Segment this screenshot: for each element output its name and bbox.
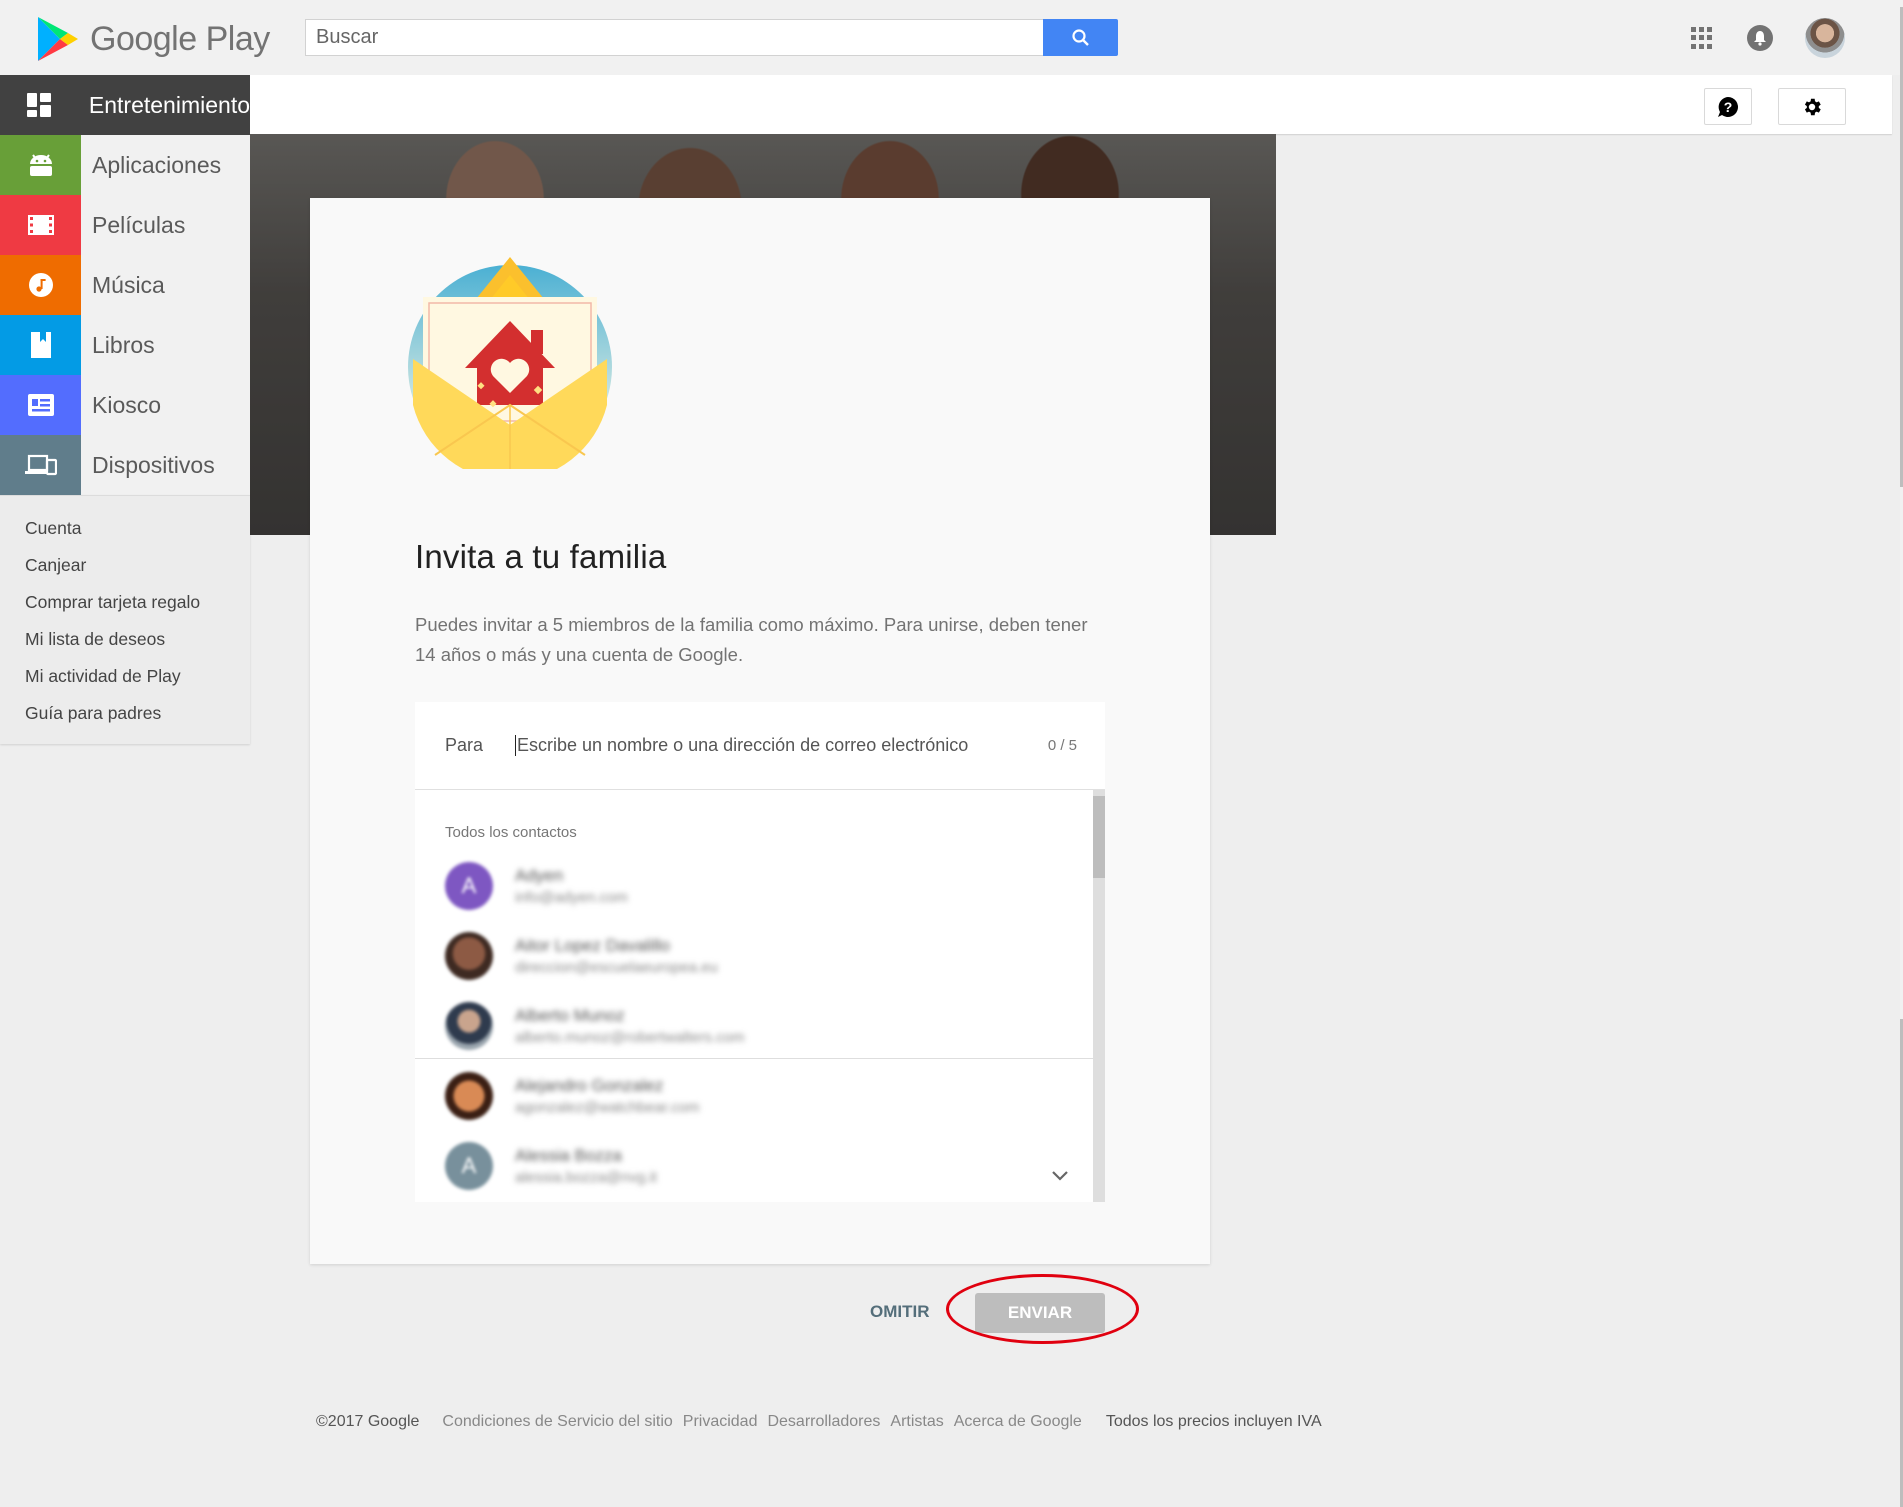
contact-avatar: A (445, 862, 493, 910)
contact-name: Alessia Bozza (515, 1146, 622, 1165)
sidebar-item-label: Libros (92, 331, 155, 358)
footer-link-privacy[interactable]: Privacidad (683, 1413, 758, 1431)
sidebar-item-label: Películas (92, 211, 186, 238)
notifications-icon[interactable] (1747, 25, 1773, 51)
film-icon (0, 195, 81, 255)
contacts-scrollbar[interactable] (1093, 790, 1105, 1202)
vat-note: Todos los precios incluyen IVA (1105, 1413, 1322, 1430)
contact-email: alberto.munoz@robertwalters.com (515, 1029, 745, 1046)
recipient-input[interactable] (515, 735, 1028, 756)
book-icon (0, 315, 81, 375)
link-lista-deseos[interactable]: Mi lista de deseos (0, 621, 250, 658)
contact-avatar (445, 932, 493, 980)
newsstand-icon (0, 375, 81, 435)
contact-name: Alejandro Gonzalez (515, 1076, 664, 1095)
sidebar-item-musica[interactable]: Música (0, 255, 250, 315)
account-links: Cuenta Canjear Comprar tarjeta regalo Mi… (0, 495, 250, 744)
settings-button[interactable] (1778, 88, 1846, 125)
contact-email: direccion@escuelaeuropea.eu (515, 959, 718, 976)
sidebar-item-label: Aplicaciones (92, 151, 222, 178)
contact-picker: Para 0 / 5 Todos los contactos A Adyen in… (415, 702, 1105, 1202)
dialog-title: Invita a tu familia (415, 538, 667, 575)
contact-item[interactable]: Aitor Lopez Davalillo direccion@escuelaeu… (445, 927, 718, 985)
search-icon (1071, 28, 1089, 46)
footer-link-artists[interactable]: Artistas (890, 1413, 943, 1431)
contacts-list[interactable]: Todos los contactos A Adyen info@adyen.co… (415, 790, 1105, 1202)
account-avatar[interactable] (1805, 18, 1845, 58)
footer-link-about[interactable]: Acerca de Google (954, 1413, 1082, 1431)
chevron-down-icon[interactable] (1051, 1170, 1069, 1182)
dialog-description: Puedes invitar a 5 miembros de la famili… (415, 614, 1088, 665)
sidebar-item-label: Dispositivos (92, 451, 215, 478)
contact-item[interactable]: Alberto Munoz alberto.munoz@robertwalters… (445, 997, 744, 1055)
contact-name: Aitor Lopez Davalillo (515, 936, 670, 955)
contact-item[interactable]: A Adyen info@adyen.com (445, 857, 628, 915)
contact-name: Alberto Munoz (515, 1006, 625, 1025)
sidebar-item-label: Kiosco (92, 391, 162, 418)
search-button[interactable] (1043, 19, 1118, 56)
header-actions (1691, 18, 1845, 58)
scrollbar-thumb[interactable] (1093, 796, 1105, 878)
sidebar-item-aplicaciones[interactable]: Aplicaciones (0, 135, 250, 195)
footer: ©2017 Google Condiciones de Servicio del… (316, 1413, 1322, 1431)
link-canjear[interactable]: Canjear (0, 547, 250, 584)
help-feedback-button[interactable]: ? (1704, 88, 1752, 125)
link-guia-padres[interactable]: Guía para padres (0, 695, 250, 732)
sidebar-item-label: Entretenimiento (88, 91, 250, 118)
help-icon: ? (1718, 96, 1738, 117)
send-button[interactable]: ENVIAR (975, 1293, 1105, 1333)
family-invite-illustration (408, 257, 612, 469)
footer-link-developers[interactable]: Desarrolladores (767, 1413, 880, 1431)
gear-icon (1804, 98, 1821, 115)
contact-avatar (445, 1002, 493, 1050)
contact-avatar (445, 1072, 493, 1120)
recipient-row: Para 0 / 5 (415, 702, 1105, 790)
recipient-count: 0 / 5 (1047, 737, 1077, 754)
contact-email: agonzalez@watchbear.com (515, 1099, 700, 1116)
search-input[interactable] (305, 19, 1043, 56)
actions-divider (415, 1058, 1105, 1059)
sidebar-item-dispositivos[interactable]: Dispositivos (0, 435, 250, 495)
contact-name: Adyen (515, 866, 564, 885)
grid-icon (0, 75, 78, 135)
sidebar-item-label: Música (92, 271, 165, 298)
skip-button[interactable]: OMITIR (870, 1302, 930, 1322)
sidebar-item-kiosco[interactable]: Kiosco (0, 375, 250, 435)
sidebar-item-entretenimiento[interactable]: Entretenimiento (0, 75, 250, 135)
sidebar-item-peliculas[interactable]: Películas (0, 195, 250, 255)
contact-email: info@adyen.com (515, 889, 628, 906)
link-cuenta[interactable]: Cuenta (0, 510, 250, 547)
link-actividad-play[interactable]: Mi actividad de Play (0, 658, 250, 695)
contact-avatar: A (445, 1142, 493, 1190)
android-icon (0, 135, 81, 195)
top-header: Google Play (0, 0, 1903, 75)
footer-link-terms[interactable]: Condiciones de Servicio del sitio (442, 1413, 672, 1431)
contact-item[interactable]: A Alessia Bozza alessia.bozza@nvg.it (445, 1137, 657, 1195)
to-label: Para (445, 735, 484, 755)
google-play-logo[interactable]: Google Play (36, 15, 270, 63)
svg-text:?: ? (1724, 99, 1733, 115)
copyright: ©2017 Google (316, 1413, 420, 1430)
apps-grid-icon[interactable] (1691, 27, 1713, 49)
invite-family-dialog: Invita a tu familia Puedes invitar a 5 m… (310, 198, 1210, 1264)
contact-email: alessia.bozza@nvg.it (515, 1169, 657, 1186)
devices-icon (0, 435, 81, 495)
link-comprar-tarjeta-regalo[interactable]: Comprar tarjeta regalo (0, 584, 250, 621)
search-bar (305, 19, 1118, 56)
play-triangle-icon (38, 17, 78, 61)
app-name: Google Play (90, 19, 270, 58)
music-icon (0, 255, 81, 315)
sidebar: Entretenimiento Aplicaciones Películas M… (0, 75, 250, 744)
toolbar: ? (250, 75, 1892, 134)
contacts-heading: Todos los contactos (445, 824, 577, 841)
contact-item[interactable]: Alejandro Gonzalez agonzalez@watchbear.co… (445, 1067, 700, 1125)
sidebar-item-libros[interactable]: Libros (0, 315, 250, 375)
